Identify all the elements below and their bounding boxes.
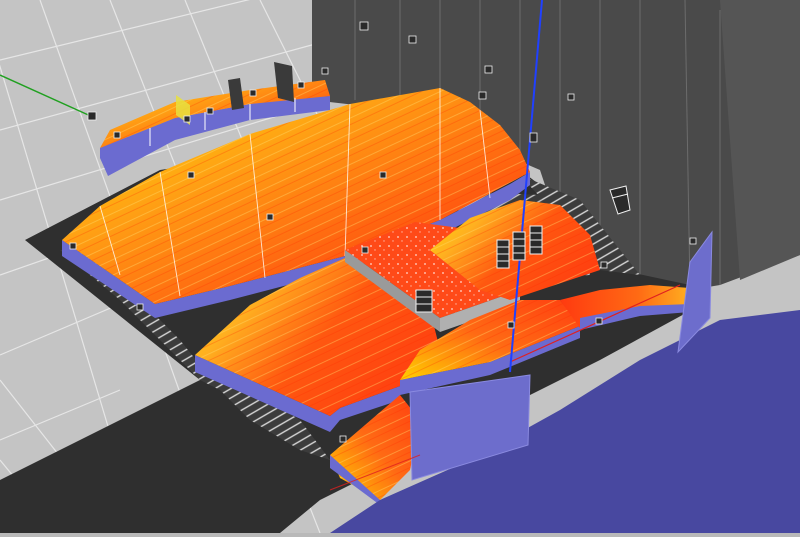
speaker-array-icon[interactable] [415,289,433,313]
3d-viewport[interactable] [0,0,800,534]
scene-canvas[interactable] [0,0,800,534]
